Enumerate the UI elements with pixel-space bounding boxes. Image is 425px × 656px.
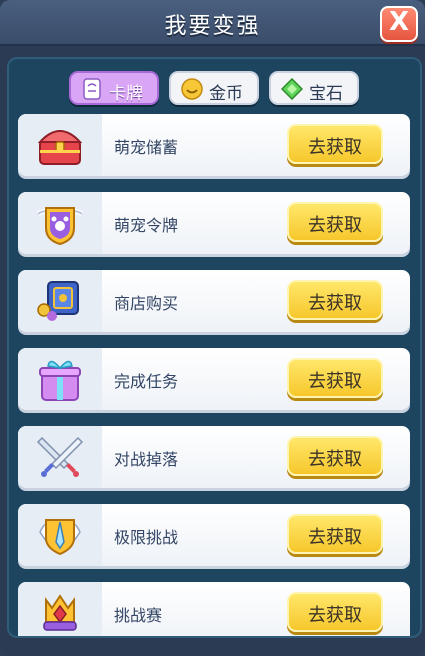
tab-gem[interactable]: 宝石	[269, 71, 359, 105]
icon-cell	[18, 270, 102, 332]
tab-label: 卡牌	[109, 84, 143, 104]
icon-cell	[18, 504, 102, 566]
get-button-label: 去获取	[308, 527, 362, 548]
item-name: 对战掉落	[114, 450, 179, 469]
get-button[interactable]: 去获取	[287, 436, 383, 476]
list-item-challenge-match: 挑战赛 去获取	[18, 582, 410, 636]
icon-cell	[18, 192, 102, 254]
tab-card[interactable]: 卡牌	[69, 71, 159, 105]
tab-label: 金币	[209, 84, 243, 104]
gem-icon	[281, 78, 303, 100]
item-name: 极限挑战	[114, 528, 179, 547]
list-item-shop-purchase: 商店购买 去获取	[18, 270, 410, 332]
get-button[interactable]: 去获取	[287, 514, 383, 554]
dialog-panel: 我要变强 X 卡牌 金币 宝石 萌宠储蓄 去获取 萌宠令牌 去获取 商店购买 去…	[0, 0, 425, 656]
icon-cell	[18, 582, 102, 636]
icon-cell	[18, 348, 102, 410]
get-button[interactable]: 去获取	[287, 592, 383, 632]
crossed-swords-icon	[36, 436, 84, 477]
title-bar: 我要变强 X	[0, 0, 425, 46]
close-button[interactable]: X	[380, 6, 418, 42]
get-button-label: 去获取	[308, 137, 362, 158]
list-item-pet-savings: 萌宠储蓄 去获取	[18, 114, 410, 176]
item-name: 萌宠储蓄	[114, 138, 179, 157]
content-area: 卡牌 金币 宝石 萌宠储蓄 去获取 萌宠令牌 去获取 商店购买 去获取 完成任务…	[7, 57, 422, 638]
get-button-label: 去获取	[308, 605, 362, 626]
item-name: 商店购买	[114, 294, 179, 313]
item-name: 挑战赛	[114, 606, 163, 625]
item-name: 萌宠令牌	[114, 216, 179, 235]
icon-cell	[18, 114, 102, 176]
get-button-label: 去获取	[308, 215, 362, 236]
get-button[interactable]: 去获取	[287, 202, 383, 242]
get-button[interactable]: 去获取	[287, 280, 383, 320]
list-item-pet-token: 萌宠令牌 去获取	[18, 192, 410, 254]
get-button[interactable]: 去获取	[287, 124, 383, 164]
get-button[interactable]: 去获取	[287, 358, 383, 398]
list-item-battle-drop: 对战掉落 去获取	[18, 426, 410, 488]
get-button-label: 去获取	[308, 371, 362, 392]
tab-gold[interactable]: 金币	[169, 71, 259, 105]
list-item-extreme-challenge: 极限挑战 去获取	[18, 504, 410, 566]
get-button-label: 去获取	[308, 293, 362, 314]
tab-label: 宝石	[309, 84, 343, 104]
crown-trophy-icon	[43, 594, 77, 631]
winged-sword-icon	[39, 519, 81, 556]
get-button-label: 去获取	[308, 449, 362, 470]
gift-box-icon	[39, 360, 81, 401]
list-item-complete-task: 完成任务 去获取	[18, 348, 410, 410]
gold-coin-icon	[181, 78, 203, 100]
card-icon	[83, 78, 101, 100]
icon-cell	[18, 426, 102, 488]
treasure-chest-icon	[37, 130, 83, 165]
close-icon: X	[388, 7, 410, 37]
item-name: 完成任务	[114, 372, 179, 391]
shop-icon	[37, 281, 79, 321]
pet-badge-icon	[36, 207, 84, 246]
dialog-title: 我要变强	[164, 14, 261, 39]
